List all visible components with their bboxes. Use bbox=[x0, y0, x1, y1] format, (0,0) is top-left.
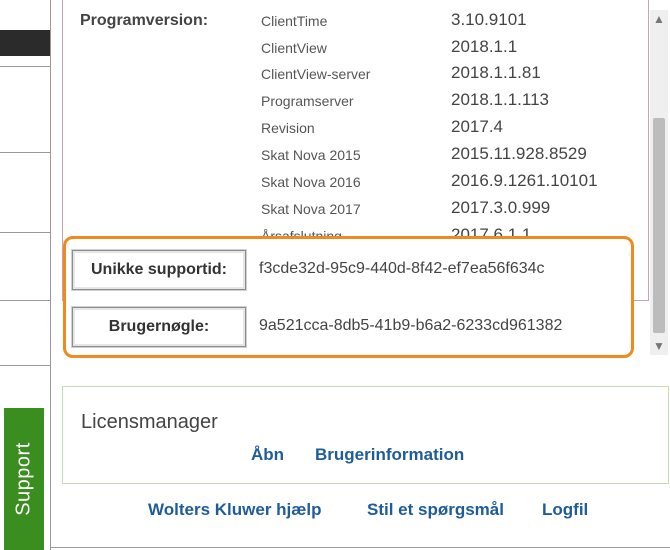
user-information-link[interactable]: Brugerinformation bbox=[315, 445, 464, 465]
user-key-label: Brugernøgle: bbox=[72, 307, 246, 347]
version-row: ClientView-server 2018.1.1.81 bbox=[261, 63, 648, 87]
version-value: 2018.1.1.81 bbox=[451, 63, 541, 82]
rail-divider bbox=[0, 232, 50, 233]
version-value: 2017.4 bbox=[451, 117, 503, 136]
version-value: 3.10.9101 bbox=[451, 10, 527, 29]
scroll-down-icon[interactable]: ▼ bbox=[650, 337, 668, 355]
log-file-link[interactable]: Logfil bbox=[542, 500, 588, 520]
version-row: Revision 2017.4 bbox=[261, 117, 648, 141]
version-name: ClientTime bbox=[261, 13, 328, 29]
version-name: Skat Nova 2016 bbox=[261, 174, 361, 190]
license-manager-title: Licensmanager bbox=[81, 411, 218, 433]
help-link[interactable]: Wolters Kluwer hjælp bbox=[148, 500, 322, 520]
rail-divider bbox=[0, 300, 50, 301]
rail-divider bbox=[0, 66, 50, 67]
version-name: Revision bbox=[261, 120, 315, 136]
version-value: 2018.1.1 bbox=[451, 37, 518, 56]
version-name: Programserver bbox=[261, 93, 354, 109]
version-row: Skat Nova 2017 2017.3.0.999 bbox=[261, 198, 648, 222]
support-id-label: Unikke supportid: bbox=[72, 250, 246, 290]
version-row: Skat Nova 2015 2015.11.928.8529 bbox=[261, 144, 648, 168]
version-row: Programserver 2018.1.1.113 bbox=[261, 90, 648, 114]
rail-active-item[interactable] bbox=[0, 30, 50, 56]
version-name: Skat Nova 2017 bbox=[261, 201, 361, 217]
support-tab-label: Support bbox=[12, 442, 35, 516]
program-version-label: Programversion: bbox=[80, 12, 209, 29]
version-value: 2016.9.1261.10101 bbox=[451, 171, 598, 190]
bottom-divider bbox=[50, 547, 670, 548]
support-tab[interactable]: Support bbox=[4, 408, 44, 550]
left-rail: Support bbox=[0, 0, 51, 550]
rail-divider bbox=[0, 365, 50, 366]
scrollbar-thumb[interactable] bbox=[653, 118, 665, 333]
version-value: 2018.1.1.113 bbox=[451, 90, 549, 109]
version-row: ClientTime 3.10.9101 bbox=[261, 10, 648, 34]
version-name: ClientView bbox=[261, 40, 327, 56]
license-manager-section: Licensmanager Åbn Brugerinformation bbox=[62, 386, 669, 484]
ask-question-link[interactable]: Stil et spørgsmål bbox=[367, 500, 504, 520]
user-key-value[interactable]: 9a521cca-8db5-41b9-b6a2-6233cd961382 bbox=[259, 317, 630, 335]
version-name: Skat Nova 2015 bbox=[261, 147, 361, 163]
open-link[interactable]: Åbn bbox=[251, 445, 284, 465]
scroll-up-icon[interactable]: ▲ bbox=[650, 10, 668, 28]
version-value: 2017.3.0.999 bbox=[451, 198, 551, 217]
version-row: Skat Nova 2016 2016.9.1261.10101 bbox=[261, 171, 648, 195]
version-row: ClientView 2018.1.1 bbox=[261, 37, 648, 61]
version-name: ClientView-server bbox=[261, 66, 371, 82]
support-id-highlight: Unikke supportid: f3cde32d-95c9-440d-8f4… bbox=[63, 236, 634, 358]
version-value: 2015.11.928.8529 bbox=[451, 144, 587, 163]
rail-divider bbox=[0, 152, 50, 153]
support-id-value[interactable]: f3cde32d-95c9-440d-8f42-ef7ea56f634c bbox=[259, 260, 629, 278]
vertical-scrollbar[interactable]: ▲ ▼ bbox=[650, 10, 668, 355]
